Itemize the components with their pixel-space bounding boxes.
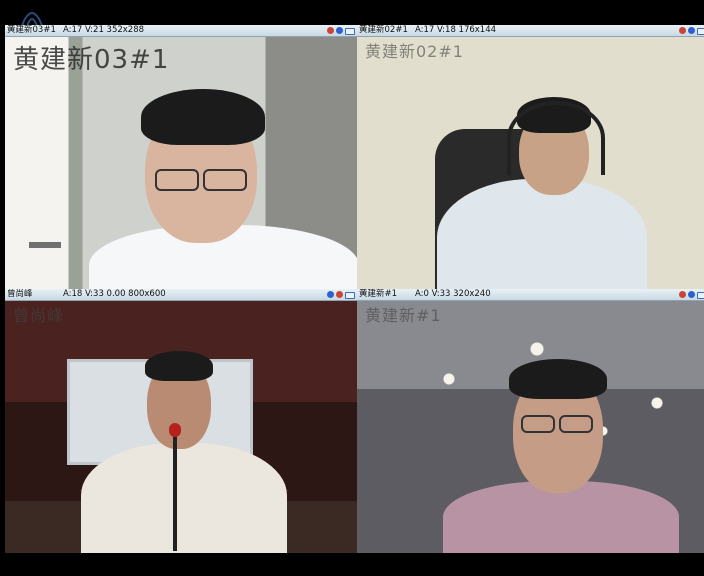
video-caption: 曾尚峰: [13, 306, 65, 325]
video-caption: 黄建新02#1: [365, 42, 464, 61]
video-panel-3[interactable]: 曾尚峰 A:18 V:33 0.00 800x600 曾尚峰: [5, 289, 357, 553]
person: [75, 345, 305, 553]
panel-controls: [327, 27, 355, 35]
stream-stats: A:0 V:33 320x240: [415, 289, 491, 299]
participant-name: 曾尚峰: [7, 289, 33, 299]
window-toggle-icon[interactable]: [345, 28, 355, 35]
person: [67, 85, 357, 289]
panel-controls: [679, 291, 704, 299]
door-handle: [29, 242, 61, 248]
panel-controls: [327, 291, 355, 299]
window-toggle-icon[interactable]: [697, 28, 704, 35]
video-caption: 黄建新03#1: [13, 45, 170, 75]
video-indicator-icon[interactable]: [688, 291, 695, 298]
video-caption: 黄建新#1: [365, 306, 442, 325]
audio-indicator-icon[interactable]: [336, 291, 343, 298]
person: [427, 75, 704, 289]
audio-indicator-icon[interactable]: [679, 27, 686, 34]
video-panel-4[interactable]: 黄建新#1 A:0 V:33 320x240 黄建新#1: [357, 289, 704, 553]
window-toggle-icon[interactable]: [345, 292, 355, 299]
audio-indicator-icon[interactable]: [679, 291, 686, 298]
video-feed: [5, 301, 357, 553]
stream-stats: A:18 V:33 0.00 800x600: [63, 289, 166, 299]
microphone-icon: [173, 431, 177, 551]
video-panel-2[interactable]: 黄建新02#1 A:17 V:18 176x144 黄建新02#1: [357, 25, 704, 289]
panel-controls: [679, 27, 704, 35]
panel-titlebar: 黄建新#1 A:0 V:33 320x240: [357, 289, 704, 301]
video-indicator-icon[interactable]: [688, 27, 695, 34]
audio-indicator-icon[interactable]: [327, 27, 334, 34]
stream-stats: A:17 V:21 352x288: [63, 25, 145, 35]
participant-name: 黄建新02#1: [359, 25, 408, 35]
video-indicator-icon[interactable]: [336, 27, 343, 34]
video-feed: [357, 301, 704, 553]
participant-name: 黄建新03#1: [7, 25, 56, 35]
participant-name: 黄建新#1: [359, 289, 398, 299]
video-panel-1[interactable]: 黄建新03#1 A:17 V:21 352x288 黄建新03#1: [5, 25, 357, 289]
panel-titlebar: 黄建新03#1 A:17 V:21 352x288: [5, 25, 357, 37]
window-toggle-icon[interactable]: [697, 292, 704, 299]
video-feed: [357, 37, 704, 289]
panel-titlebar: 曾尚峰 A:18 V:33 0.00 800x600: [5, 289, 357, 301]
person: [429, 353, 704, 553]
video-indicator-icon[interactable]: [327, 291, 334, 298]
panel-titlebar: 黄建新02#1 A:17 V:18 176x144: [357, 25, 704, 37]
stream-stats: A:17 V:18 176x144: [415, 25, 497, 35]
